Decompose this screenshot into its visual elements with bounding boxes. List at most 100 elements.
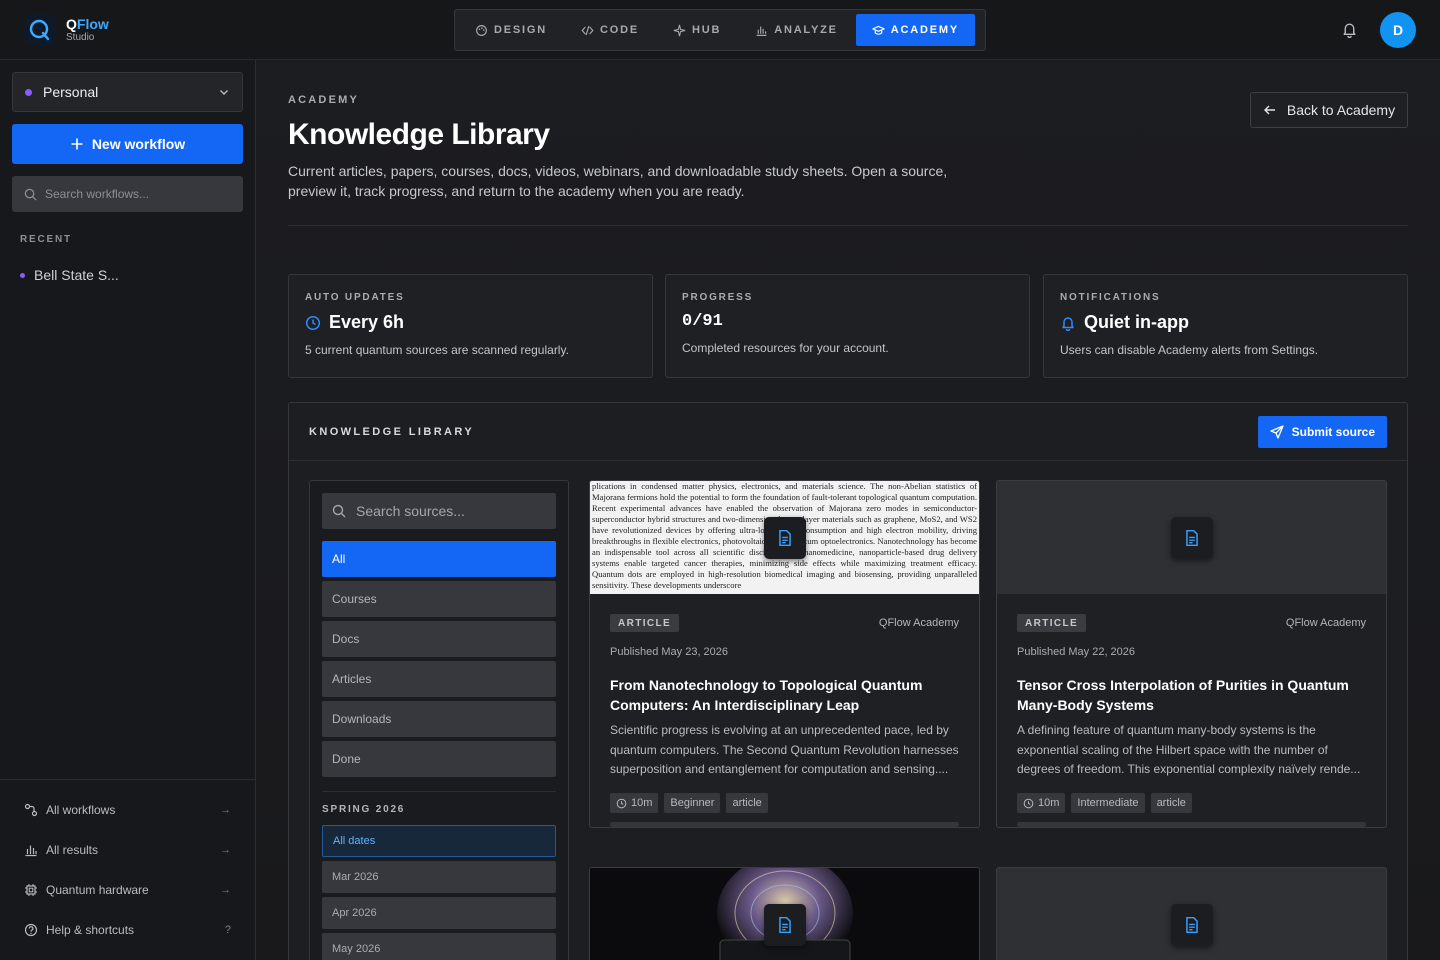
page-eyebrow: ACADEMY xyxy=(288,94,360,106)
app-logo[interactable]: QFlow Studio xyxy=(24,14,109,46)
help-hint: ? xyxy=(224,924,231,936)
top-bar: QFlow Studio DESIGN CODE HUB ANALYZE ACA… xyxy=(0,0,1440,60)
new-workflow-label: New workflow xyxy=(91,136,186,152)
tab-design[interactable]: DESIGN xyxy=(459,14,563,46)
tab-code[interactable]: CODE xyxy=(565,14,655,46)
back-to-academy-button[interactable]: Back to Academy xyxy=(1250,92,1408,128)
card-tags: 10m Intermediate article xyxy=(1017,793,1366,813)
date-apr-2026[interactable]: Apr 2026 xyxy=(322,897,556,929)
type-tag: ARTICLE xyxy=(1017,614,1087,632)
graduation-cap-icon xyxy=(871,25,885,35)
filter-all[interactable]: All xyxy=(322,541,556,577)
date-may-2026[interactable]: May 2026 xyxy=(322,933,556,960)
help-shortcuts-label: Help & shortcuts xyxy=(46,923,135,937)
resource-card[interactable]: ARTICLE QFlow Academy Published May 22, … xyxy=(996,480,1387,828)
card-thumbnail xyxy=(997,481,1386,594)
filter-docs[interactable]: Docs xyxy=(322,621,556,657)
duration-text: 10m xyxy=(631,797,653,809)
resource-card[interactable] xyxy=(996,867,1387,960)
user-avatar[interactable]: D xyxy=(1380,12,1416,48)
submit-source-button[interactable]: Submit source xyxy=(1257,415,1387,448)
all-results-link[interactable]: All results → xyxy=(0,830,255,870)
bar-chart-icon xyxy=(25,845,37,857)
notifications-label: NOTIFICATIONS xyxy=(1060,292,1161,303)
main-content: ACADEMY Knowledge Library Current articl… xyxy=(256,60,1440,960)
duration-chip: 10m xyxy=(1017,793,1066,813)
arrow-left-icon xyxy=(1263,105,1275,115)
source-search-placeholder: Search sources... xyxy=(356,503,465,519)
workflow-search-placeholder: Search workflows... xyxy=(45,187,150,201)
type-tag: ARTICLE xyxy=(610,614,680,632)
tab-design-label: DESIGN xyxy=(494,24,547,36)
document-icon xyxy=(1170,903,1213,946)
library-filters: Search sources... All Courses Docs Artic… xyxy=(309,480,569,960)
quantum-hardware-link[interactable]: Quantum hardware → xyxy=(0,870,255,910)
card-thumbnail: plications in condensed matter physics, … xyxy=(590,481,979,594)
auto-updates-label: AUTO UPDATES xyxy=(305,292,405,303)
bar-chart-icon xyxy=(756,25,767,36)
workspace-dot xyxy=(25,88,32,96)
workspace-select[interactable]: Personal xyxy=(12,72,243,112)
page-title: Knowledge Library xyxy=(288,118,550,151)
search-icon xyxy=(332,504,346,518)
document-icon xyxy=(763,516,806,559)
card-progress-bar xyxy=(610,822,959,827)
date-all[interactable]: All dates xyxy=(322,825,556,857)
notifications-bell-icon[interactable] xyxy=(1341,21,1358,43)
auto-updates-card: AUTO UPDATES Every 6h 5 current quantum … xyxy=(288,274,653,378)
arrow-right-icon: → xyxy=(220,804,231,816)
app-name: QFlow xyxy=(66,16,109,32)
quantum-hardware-label: Quantum hardware xyxy=(46,883,149,897)
new-workflow-button[interactable]: New workflow xyxy=(12,124,243,164)
clock-icon xyxy=(1023,798,1034,808)
auto-updates-sub: 5 current quantum sources are scanned re… xyxy=(305,343,569,357)
tab-analyze[interactable]: ANALYZE xyxy=(739,14,854,46)
tab-academy[interactable]: ACADEMY xyxy=(855,14,975,46)
code-icon xyxy=(581,25,594,35)
card-title[interactable]: From Nanotechnology to Topological Quant… xyxy=(610,675,959,715)
hub-icon xyxy=(673,24,686,36)
arrow-right-icon: → xyxy=(220,884,231,896)
workflow-search-input[interactable]: Search workflows... xyxy=(12,176,243,212)
app-subtitle: Studio xyxy=(66,32,95,43)
filter-done[interactable]: Done xyxy=(322,741,556,777)
kind-chip: article xyxy=(1150,793,1192,813)
sidebar-footer: All workflows → All results → Quantum ha… xyxy=(0,779,255,950)
card-progress-bar xyxy=(1017,822,1366,827)
sidebar: Personal New workflow Search workflows..… xyxy=(0,60,256,960)
filter-downloads[interactable]: Downloads xyxy=(322,701,556,737)
send-icon xyxy=(1269,424,1284,439)
progress-value: 0/91 xyxy=(682,312,1013,331)
card-thumbnail xyxy=(590,868,979,960)
season-heading: SPRING 2026 xyxy=(322,804,406,815)
card-published: Published May 23, 2026 xyxy=(610,646,729,658)
arrow-right-icon: → xyxy=(220,844,231,856)
filter-articles[interactable]: Articles xyxy=(322,661,556,697)
notifications-value-text: Quiet in-app xyxy=(1084,312,1189,332)
level-chip: Intermediate xyxy=(1071,793,1145,813)
knowledge-library-panel: KNOWLEDGE LIBRARY Submit source Search s… xyxy=(288,402,1408,960)
source-search-input[interactable]: Search sources... xyxy=(322,493,556,529)
all-results-label: All results xyxy=(46,843,99,857)
help-shortcuts-link[interactable]: Help & shortcuts ? xyxy=(0,910,255,950)
duration-chip: 10m xyxy=(610,793,659,813)
resource-card[interactable] xyxy=(589,867,980,960)
card-title[interactable]: Tensor Cross Interpolation of Purities i… xyxy=(1017,675,1366,715)
auto-updates-value-text: Every 6h xyxy=(329,312,405,332)
clock-icon xyxy=(305,315,321,330)
logo-q-icon xyxy=(24,14,56,46)
tab-analyze-label: ANALYZE xyxy=(774,24,838,36)
help-icon xyxy=(24,923,38,937)
chevron-down-icon xyxy=(220,90,228,95)
recent-item[interactable]: Bell State S... xyxy=(20,267,119,283)
filter-courses[interactable]: Courses xyxy=(322,581,556,617)
all-workflows-label: All workflows xyxy=(46,803,116,817)
recent-dot xyxy=(20,272,25,278)
workspace-label: Personal xyxy=(43,84,99,100)
resource-card[interactable]: plications in condensed matter physics, … xyxy=(589,480,980,828)
tab-hub[interactable]: HUB xyxy=(657,14,737,46)
notifications-card: NOTIFICATIONS Quiet in-app Users can dis… xyxy=(1043,274,1408,378)
card-source: QFlow Academy xyxy=(878,617,959,629)
date-mar-2026[interactable]: Mar 2026 xyxy=(322,861,556,893)
all-workflows-link[interactable]: All workflows → xyxy=(0,790,255,830)
